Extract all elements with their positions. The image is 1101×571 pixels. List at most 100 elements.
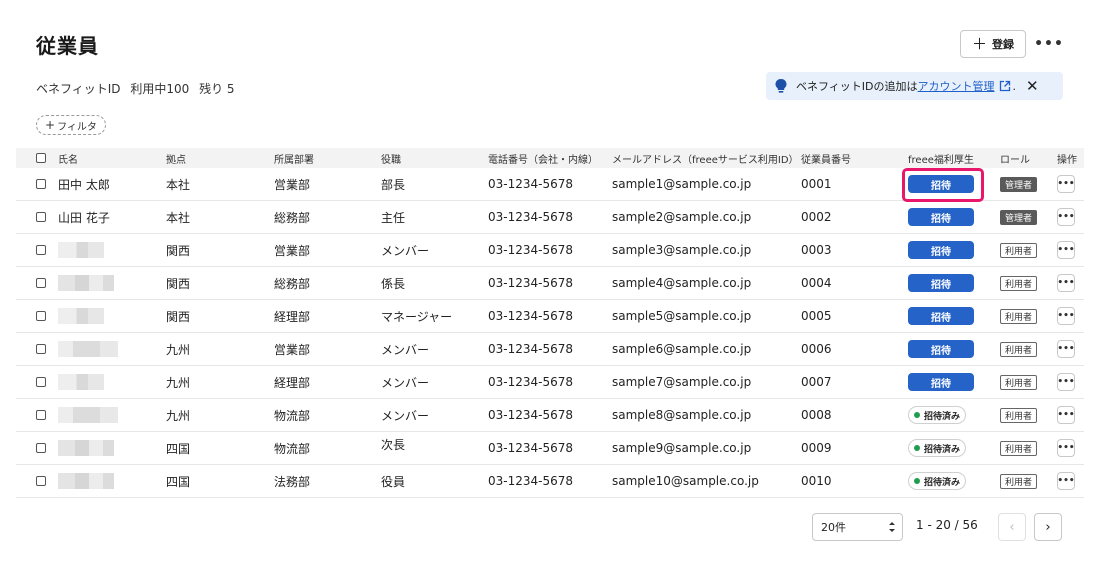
chevron-right-icon[interactable]: › <box>1034 513 1062 541</box>
location: 関西 <box>166 243 191 258</box>
table-row[interactable]: 田中 太郎 本社 営業部 部長 03-1234-5678 sample1@sample.c… <box>16 168 1084 202</box>
filter-button[interactable]: + フィルタ <box>36 115 106 135</box>
invite-button[interactable]: 招待 <box>908 307 974 325</box>
row-actions-button[interactable]: ••• <box>1057 241 1075 259</box>
position: 役員 <box>381 474 406 489</box>
row-checkbox[interactable] <box>36 443 46 453</box>
row-checkbox[interactable] <box>36 476 46 486</box>
position: マネージャー <box>381 309 453 324</box>
location: 関西 <box>166 309 191 324</box>
role-badge-user: 利用者 <box>1000 440 1038 456</box>
account-management-link[interactable]: アカウント管理 <box>918 78 995 94</box>
select-all-checkbox[interactable] <box>36 153 46 163</box>
location: 本社 <box>166 177 191 192</box>
department: 営業部 <box>274 243 311 258</box>
phone: 03-1234-5678 <box>488 177 574 191</box>
header-phone[interactable]: 電話番号（会社・内線） <box>488 148 598 168</box>
role-badge-user: 利用者 <box>1000 275 1038 291</box>
header-position[interactable]: 役職 <box>381 148 401 168</box>
role-badge-user: 利用者 <box>1000 473 1038 489</box>
page-title: 従業員 <box>36 34 99 58</box>
table-row[interactable]: 九州 営業部 メンバー 03-1234-5678 sample6@sample.co.j… <box>16 333 1084 366</box>
phone: 03-1234-5678 <box>488 474 574 488</box>
header-role[interactable]: ロール <box>1000 148 1030 168</box>
row-actions-button[interactable]: ••• <box>1057 472 1075 490</box>
invite-button[interactable]: 招待 <box>908 274 974 292</box>
phone: 03-1234-5678 <box>488 342 574 356</box>
row-actions-button[interactable]: ••• <box>1057 340 1075 358</box>
role-badge-user: 利用者 <box>1000 308 1038 324</box>
row-actions-button[interactable]: ••• <box>1057 439 1075 457</box>
role-badge-user: 利用者 <box>1000 407 1038 423</box>
invite-button[interactable]: 招待 <box>908 208 974 226</box>
invite-button[interactable]: 招待 <box>908 241 974 259</box>
row-checkbox[interactable] <box>36 278 46 288</box>
position: 部長 <box>381 177 406 192</box>
row-checkbox[interactable] <box>36 212 46 222</box>
invite-button[interactable]: 招待 <box>908 373 974 391</box>
employee-number: 0006 <box>801 342 832 356</box>
department: 経理部 <box>274 375 311 390</box>
redacted-name <box>58 374 104 390</box>
lightbulb-icon <box>775 79 787 93</box>
row-actions-button[interactable]: ••• <box>1057 307 1075 325</box>
close-icon[interactable]: ✕ <box>1026 77 1039 95</box>
position: メンバー <box>381 408 430 423</box>
row-checkbox[interactable] <box>36 179 46 189</box>
row-actions-button[interactable]: ••• <box>1057 406 1075 424</box>
row-actions-button[interactable]: ••• <box>1057 208 1075 226</box>
status-dot-icon <box>913 445 920 451</box>
register-button[interactable]: ＋ 登録 <box>960 30 1026 58</box>
row-actions-button[interactable]: ••• <box>1057 373 1075 391</box>
row-checkbox[interactable] <box>36 311 46 321</box>
benefit-notice: ベネフィットIDの追加は アカウント管理 . ✕ <box>766 72 1063 100</box>
employee-number: 0002 <box>801 210 832 224</box>
table-row[interactable]: 九州 経理部 メンバー 03-1234-5678 sample7@sample.co.j… <box>16 366 1084 399</box>
invite-button[interactable]: 招待 <box>908 340 974 358</box>
invited-badge: 招待済み <box>908 439 966 457</box>
header-department[interactable]: 所属部署 <box>274 148 314 168</box>
row-actions-button[interactable]: ••• <box>1057 274 1075 292</box>
employee-name[interactable]: 田中 太郎 <box>58 168 110 200</box>
external-link-icon[interactable] <box>999 80 1011 92</box>
row-checkbox[interactable] <box>36 245 46 255</box>
header-location[interactable]: 拠点 <box>166 148 186 168</box>
location: 四国 <box>166 474 191 489</box>
chevron-left-icon[interactable]: ‹ <box>998 513 1026 541</box>
row-checkbox[interactable] <box>36 410 46 420</box>
benefit-id-in-use: 利用中100 <box>130 82 190 96</box>
header-employee-number[interactable]: 従業員番号 <box>801 148 851 168</box>
header-freee-benefit[interactable]: freee福利厚生 <box>908 148 974 168</box>
employee-number: 0007 <box>801 375 832 389</box>
department: 物流部 <box>274 441 311 456</box>
phone: 03-1234-5678 <box>488 210 574 224</box>
select-arrows-icon <box>889 522 895 532</box>
table-row[interactable]: 四国 物流部 次長 03-1234-5678 sample9@sample.co.jp 0… <box>16 432 1084 465</box>
phone: 03-1234-5678 <box>488 408 574 422</box>
table-row[interactable]: 山田 花子 本社 総務部 主任 03-1234-5678 sample2@sample.c… <box>16 201 1084 234</box>
phone: 03-1234-5678 <box>488 375 574 389</box>
employee-name[interactable]: 山田 花子 <box>58 201 110 233</box>
employee-number: 0009 <box>801 441 832 455</box>
role-badge-admin: 管理者 <box>1000 209 1038 225</box>
table-row[interactable]: 関西 経理部 マネージャー 03-1234-5678 sample5@sample.co… <box>16 300 1084 333</box>
table-row[interactable]: 四国 法務部 役員 03-1234-5678 sample10@sample.co.jp… <box>16 465 1084 498</box>
position: 主任 <box>381 210 406 225</box>
row-actions-button[interactable]: ••• <box>1057 175 1075 193</box>
row-checkbox[interactable] <box>36 344 46 354</box>
table-row[interactable]: 九州 物流部 メンバー 03-1234-5678 sample8@sample.co.j… <box>16 399 1084 432</box>
notice-suffix: . <box>1012 79 1017 93</box>
row-checkbox[interactable] <box>36 377 46 387</box>
benefit-id-label: ベネフィットID <box>36 82 121 96</box>
header-name[interactable]: 氏名 <box>58 148 78 168</box>
location: 九州 <box>166 408 191 423</box>
employee-number: 0001 <box>801 177 832 191</box>
table-row[interactable]: 関西 総務部 係長 03-1234-5678 sample4@sample.co.jp 0… <box>16 267 1084 300</box>
header-email[interactable]: メールアドレス（freeeサービス利用ID） <box>612 148 799 168</box>
table-header: 氏名 拠点 所属部署 役職 電話番号（会社・内線） メールアドレス（freeeサ… <box>16 148 1084 168</box>
more-options-button[interactable]: ••• <box>1034 34 1063 54</box>
invited-badge: 招待済み <box>908 406 966 424</box>
redacted-name <box>58 341 118 357</box>
per-page-select[interactable]: 20件 <box>812 513 903 541</box>
table-row[interactable]: 関西 営業部 メンバー 03-1234-5678 sample3@sample.co.j… <box>16 234 1084 267</box>
